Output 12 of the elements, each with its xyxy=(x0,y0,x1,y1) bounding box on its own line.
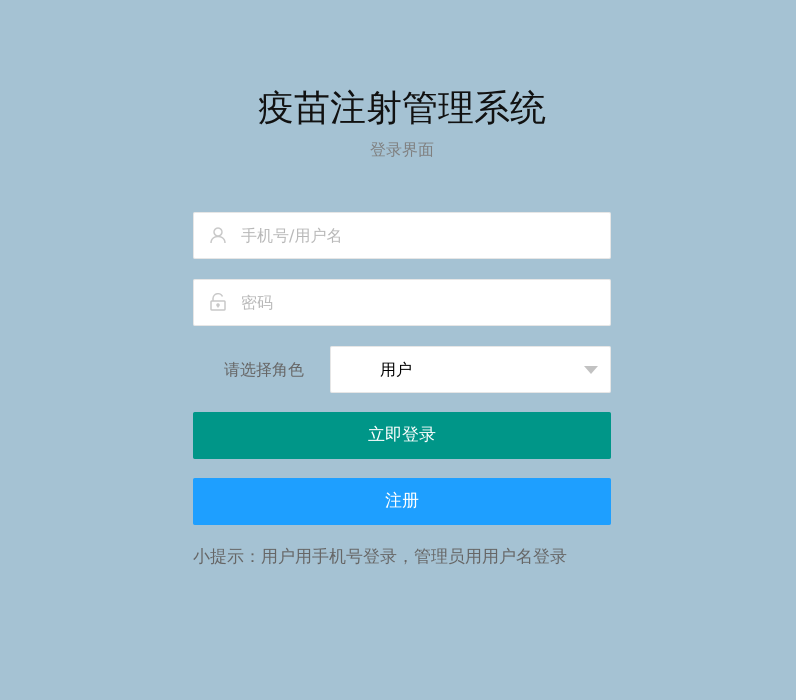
role-label: 请选择角色 xyxy=(224,358,305,380)
dropdown-caret-icon xyxy=(584,366,598,374)
password-field[interactable]: 密码 xyxy=(193,279,611,326)
register-button[interactable]: 注册 xyxy=(193,478,611,525)
page-title: 疫苗注射管理系统 xyxy=(258,87,546,131)
page-subtitle: 登录界面 xyxy=(370,139,434,161)
hint-text: 小提示：用户用手机号登录，管理员用用户名登录 xyxy=(193,546,568,569)
user-icon xyxy=(209,226,227,244)
role-select[interactable]: 用户 xyxy=(330,346,611,393)
login-button[interactable]: 立即登录 xyxy=(193,412,611,459)
username-field[interactable]: 手机号/用户名 xyxy=(193,212,611,259)
padlock-icon xyxy=(209,293,227,311)
